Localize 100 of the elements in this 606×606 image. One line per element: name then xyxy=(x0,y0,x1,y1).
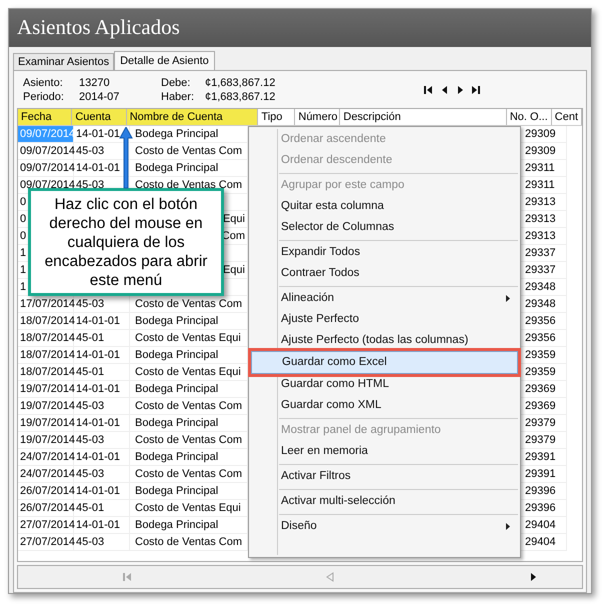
field-label: Debe: xyxy=(161,76,192,90)
table-cell: 45-03 xyxy=(76,145,104,157)
menu-item[interactable]: Guardar como HTML xyxy=(251,374,518,395)
table-cell: 26/07/2014 xyxy=(18,500,74,516)
menu-item[interactable]: Diseño xyxy=(251,516,518,537)
table-cell: 29359 xyxy=(525,349,556,361)
table-cell: Bodega Principal xyxy=(135,162,218,174)
table-cell: 18/07/2014 xyxy=(18,364,74,380)
menu-item[interactable]: Contraer Todos xyxy=(251,263,518,284)
menu-item[interactable]: Quitar esta columna xyxy=(251,196,518,217)
table-cell: Bodega Principal xyxy=(135,519,218,531)
table-cell: 26/07/2014 xyxy=(18,483,74,499)
table-cell: 45-03 xyxy=(76,179,104,191)
table-cell: 29369 xyxy=(525,383,556,395)
table-cell: Bodega Principal xyxy=(135,417,218,429)
menu-item[interactable]: Alineación xyxy=(251,288,518,309)
table-cell: 29404 xyxy=(525,519,556,531)
table-cell: 45-03 xyxy=(76,400,104,412)
table-cell: 27/07/2014 xyxy=(18,517,74,533)
table-cell: Bodega Principal xyxy=(135,349,218,361)
table-cell: 14-01-01 xyxy=(76,162,120,174)
table-cell: 29348 xyxy=(525,298,556,310)
table-cell: 14-01-01 xyxy=(76,417,120,429)
table-cell: 24/07/2014 xyxy=(18,449,74,465)
table-cell: 45-03 xyxy=(76,468,104,480)
menu-item[interactable]: Activar Filtros xyxy=(251,466,518,487)
table-cell: 29337 xyxy=(525,264,556,276)
table-cell: 29337 xyxy=(525,247,556,259)
field-value: ¢1,683,867.12 xyxy=(205,76,276,90)
table-cell: 29391 xyxy=(525,451,556,463)
table-cell: Costo de Ventas Com xyxy=(135,298,242,310)
table-cell: Costo de Ventas Equi xyxy=(135,502,241,514)
table-cell: 29379 xyxy=(525,434,556,446)
menu-item[interactable]: Guardar como Excel xyxy=(251,351,518,374)
tab[interactable]: Detalle de Asiento xyxy=(114,51,215,70)
table-cell: Costo de Ventas Com xyxy=(135,536,242,548)
table-cell: Equi xyxy=(222,264,245,276)
table-cell: 09/07/2014 xyxy=(18,160,74,176)
table-cell: 29369 xyxy=(525,400,556,412)
table-cell: 29396 xyxy=(525,502,556,514)
table-cell: 45-01 xyxy=(76,366,104,378)
menu-item[interactable]: Guardar como XML xyxy=(251,395,518,416)
menu-item[interactable]: Expandir Todos xyxy=(251,242,518,263)
table-cell: 14-01-01 xyxy=(76,383,120,395)
table-cell: Costo de Ventas Equi xyxy=(135,366,241,378)
column-header[interactable]: Nombre de Cuenta xyxy=(126,109,258,125)
table-cell: 27/07/2014 xyxy=(18,534,74,550)
first-page-icon[interactable] xyxy=(423,85,433,95)
menu-item[interactable]: Activar multi-selección xyxy=(251,491,518,512)
menu-item[interactable]: Selector de Columnas xyxy=(251,217,518,238)
table-cell: Costo de Ventas Com xyxy=(135,434,242,446)
field-value: 2014-07 xyxy=(79,90,120,104)
table-cell: 14-01-01 xyxy=(76,519,120,531)
table-cell: 24/07/2014 xyxy=(18,466,74,482)
table-cell: 29396 xyxy=(525,485,556,497)
table-cell: 18/07/2014 xyxy=(18,330,74,346)
table-cell: 14-01-01 xyxy=(76,485,120,497)
field-label: Periodo: xyxy=(23,90,65,104)
table-cell: 45-03 xyxy=(76,298,104,310)
pointer-arrow xyxy=(119,127,133,188)
table-cell: 29309 xyxy=(525,128,556,140)
table-cell: Bodega Principal xyxy=(135,383,218,395)
menu-item[interactable]: Ajuste Perfecto (todas las columnas) xyxy=(251,330,518,351)
table-cell: Bodega Principal xyxy=(135,315,218,327)
scroll-right-icon[interactable] xyxy=(528,572,538,582)
table-cell: 45-01 xyxy=(76,332,104,344)
table-cell: 29359 xyxy=(525,366,556,378)
column-header[interactable]: Fecha xyxy=(18,109,72,125)
window-title: Asientos Aplicados xyxy=(9,9,591,47)
column-header[interactable]: Cuenta xyxy=(72,109,127,125)
table-cell: 14-01-01 xyxy=(76,349,120,361)
field-value: 13270 xyxy=(79,76,111,90)
table-cell: Costo de Ventas Equi xyxy=(135,332,241,344)
menu-item[interactable]: Ajuste Perfecto xyxy=(251,309,518,330)
table-cell: 29311 xyxy=(525,179,555,191)
table-cell: 19/07/2014 xyxy=(18,398,74,414)
table-cell: 09/07/2014 xyxy=(18,143,74,159)
table-cell: 29313 xyxy=(525,196,556,208)
table-cell: 14-01-01 xyxy=(76,451,120,463)
field-label: Asiento: xyxy=(23,76,64,90)
table-cell: 14-01-01 xyxy=(76,315,120,327)
table-cell: 29404 xyxy=(525,536,556,548)
table-cell: 19/07/2014 xyxy=(18,415,74,431)
tab[interactable]: Examinar Asientos xyxy=(13,53,114,70)
table-cell: 29356 xyxy=(525,315,556,327)
table-cell: 45-01 xyxy=(76,502,104,514)
menu-item[interactable]: Leer en memoria xyxy=(251,441,518,462)
table-cell: Equi xyxy=(222,213,245,225)
table-cell: 14-01-01 xyxy=(76,128,120,140)
table-cell: 29309 xyxy=(525,145,556,157)
table-cell: Bodega Principal xyxy=(135,451,218,463)
next-icon[interactable] xyxy=(455,85,465,95)
table-cell: Bodega Principal xyxy=(135,128,218,140)
last-page-icon[interactable] xyxy=(471,85,481,95)
table-cell: 29348 xyxy=(525,281,556,293)
table-cell: Costo de Ventas Com xyxy=(135,468,242,480)
field-label: Haber: xyxy=(161,90,196,104)
table-cell: 29313 xyxy=(525,230,556,242)
table-cell: 45-03 xyxy=(76,536,104,548)
table-cell: Costo de Ventas Com xyxy=(135,179,242,191)
